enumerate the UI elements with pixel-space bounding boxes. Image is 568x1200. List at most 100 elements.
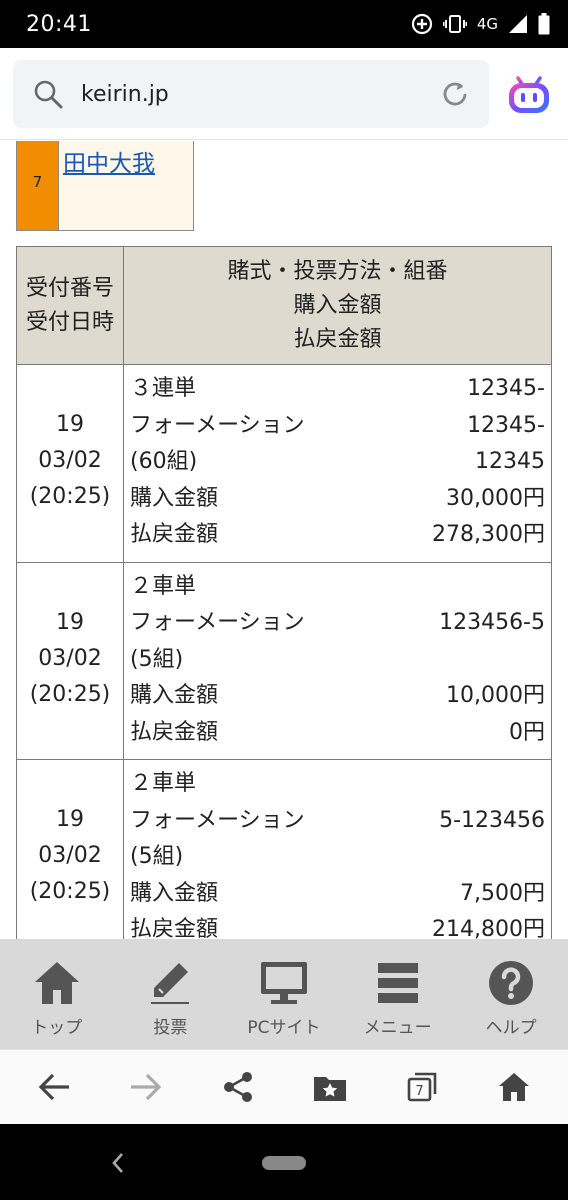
receipt-number: 19 [56, 609, 84, 635]
header-bet-type: 賭式・投票方法・組番 [227, 258, 448, 284]
header-payout: 払戻金額 [293, 326, 382, 352]
share-icon [224, 1072, 252, 1102]
purchase-amount: 10,000円 [446, 683, 545, 708]
nav-label: PCサイト [247, 1018, 321, 1038]
rider-number: 7 [17, 141, 59, 230]
nav-item-top[interactable]: トップ [0, 939, 114, 1049]
site-bottom-nav: トップ 投票 PCサイト メニュー ヘルプ [0, 939, 568, 1049]
bet-type: ３連単 [130, 376, 197, 401]
receipt-time: (20:25) [29, 681, 111, 707]
set-count: (60組) [130, 449, 198, 474]
page-content: 7 田中大我 受付番号 受付日時 賭式・投票方法・組番 購入金額 払戻金額 19… [0, 141, 568, 939]
combination: 12345 [475, 449, 545, 474]
receipt-date: 03/02 [38, 448, 102, 473]
browser-address-bar: keirin.jp [0, 48, 568, 140]
reload-icon[interactable] [439, 78, 471, 110]
tabs-icon: 7 [407, 1072, 437, 1102]
payout-label: 払戻金額 [130, 719, 219, 745]
bet-method: フォーメーション [130, 807, 305, 833]
forward-button[interactable] [118, 1059, 174, 1115]
receipt-time: (20:25) [29, 484, 111, 509]
receipt-time: (20:25) [29, 879, 111, 904]
table-row: 19 03/02 (20:25) ３連単 12345- フォーメーション 12345… [16, 364, 552, 563]
bet-detail-cell: ２車単 フォーメーション 5-123456 (5組) 購入金額 7,500円 払戻金… [123, 759, 552, 939]
system-navigation-bar [0, 1124, 568, 1200]
combination: 12345- [467, 412, 545, 438]
combination: 5-123456 [439, 807, 545, 833]
status-icons: 4G [411, 13, 550, 35]
home-icon [499, 1073, 529, 1101]
network-label: 4G [476, 15, 498, 33]
bet-type: ２車単 [130, 573, 197, 599]
forward-arrow-icon [131, 1073, 162, 1101]
payout-label: 払戻金額 [130, 917, 219, 939]
nav-item-vote[interactable]: 投票 [114, 939, 228, 1049]
header-receipt-no: 受付番号 [25, 275, 114, 301]
payout-amount: 278,300円 [432, 522, 545, 547]
receipt-cell: 19 03/02 (20:25) [16, 364, 124, 563]
battery-icon [538, 13, 550, 35]
receipt-date: 03/02 [38, 843, 102, 868]
rider-name-link[interactable]: 田中大我 [63, 151, 155, 177]
combination: 123456-5 [439, 610, 545, 635]
receipt-date: 03/02 [38, 645, 102, 671]
set-count: (5組) [130, 844, 184, 869]
payout-amount: 214,800円 [432, 917, 545, 939]
assistant-icon[interactable] [506, 72, 552, 118]
url-text[interactable]: keirin.jp [81, 82, 169, 107]
add-circle-icon [411, 13, 432, 35]
home-icon [34, 962, 79, 1004]
header-receipt-datetime: 受付日時 [25, 309, 114, 335]
bet-method: フォーメーション [130, 610, 305, 635]
nav-item-pc-site[interactable]: PCサイト [227, 939, 341, 1049]
header-purchase: 購入金額 [293, 292, 382, 318]
signal-icon [509, 15, 527, 33]
nav-label: トップ [31, 1018, 83, 1038]
monitor-icon [260, 962, 307, 1004]
nav-label: ヘルプ [485, 1018, 537, 1038]
nav-item-menu[interactable]: メニュー [341, 939, 455, 1049]
rider-table: 7 田中大我 [16, 141, 194, 231]
payout-label: 払戻金額 [130, 522, 219, 547]
receipt-cell: 19 03/02 (20:25) [16, 561, 124, 760]
bet-detail-cell: ３連単 12345- フォーメーション 12345- (60組) 12345 購入金額… [123, 364, 552, 563]
header-bet-info: 賭式・投票方法・組番 購入金額 払戻金額 [123, 246, 552, 365]
search-icon [34, 80, 63, 109]
purchase-label: 購入金額 [130, 880, 219, 906]
vibrate-icon [442, 15, 467, 33]
system-home-pill[interactable] [262, 1156, 306, 1170]
bookmarks-icon [314, 1077, 346, 1101]
bet-method: フォーメーション [130, 412, 305, 438]
bet-history-table: 受付番号 受付日時 賭式・投票方法・組番 購入金額 払戻金額 19 03/02 … [16, 246, 552, 939]
system-back-icon[interactable] [110, 1151, 126, 1175]
browser-toolbar: 7 [0, 1049, 568, 1124]
set-count: (5組) [130, 646, 184, 672]
table-header-row: 受付番号 受付日時 賭式・投票方法・組番 購入金額 払戻金額 [16, 246, 552, 365]
bet-type: ２車単 [130, 771, 197, 796]
share-button[interactable] [210, 1059, 266, 1115]
bet-detail-cell: ２車単 フォーメーション 123456-5 (5組) 購入金額 10,000円 払戻… [123, 561, 552, 760]
receipt-number: 19 [56, 807, 84, 832]
receipt-cell: 19 03/02 (20:25) [16, 759, 124, 939]
rider-name-cell: 田中大我 [59, 141, 193, 230]
payout-amount: 0円 [509, 719, 545, 745]
receipt-number: 19 [56, 412, 84, 437]
tab-count: 7 [415, 1084, 423, 1099]
url-bar[interactable]: keirin.jp [13, 60, 489, 128]
nav-label: 投票 [153, 1018, 188, 1038]
purchase-amount: 30,000円 [446, 485, 545, 511]
help-icon [489, 961, 534, 1005]
tabs-button[interactable]: 7 [394, 1059, 450, 1115]
header-receipt: 受付番号 受付日時 [16, 246, 124, 365]
bookmarks-button[interactable] [302, 1059, 358, 1115]
purchase-label: 購入金額 [130, 485, 219, 511]
combination: 12345- [467, 376, 545, 401]
purchase-label: 購入金額 [130, 683, 219, 708]
status-time: 20:41 [26, 11, 92, 37]
browser-home-button[interactable] [486, 1059, 542, 1115]
back-button[interactable] [26, 1059, 82, 1115]
table-row: 19 03/02 (20:25) ２車単 フォーメーション 5-123456 (5… [16, 759, 552, 939]
nav-item-help[interactable]: ヘルプ [454, 939, 568, 1049]
table-row: 19 03/02 (20:25) ２車単 フォーメーション 123456-5 (5… [16, 561, 552, 760]
menu-icon [377, 963, 418, 1003]
